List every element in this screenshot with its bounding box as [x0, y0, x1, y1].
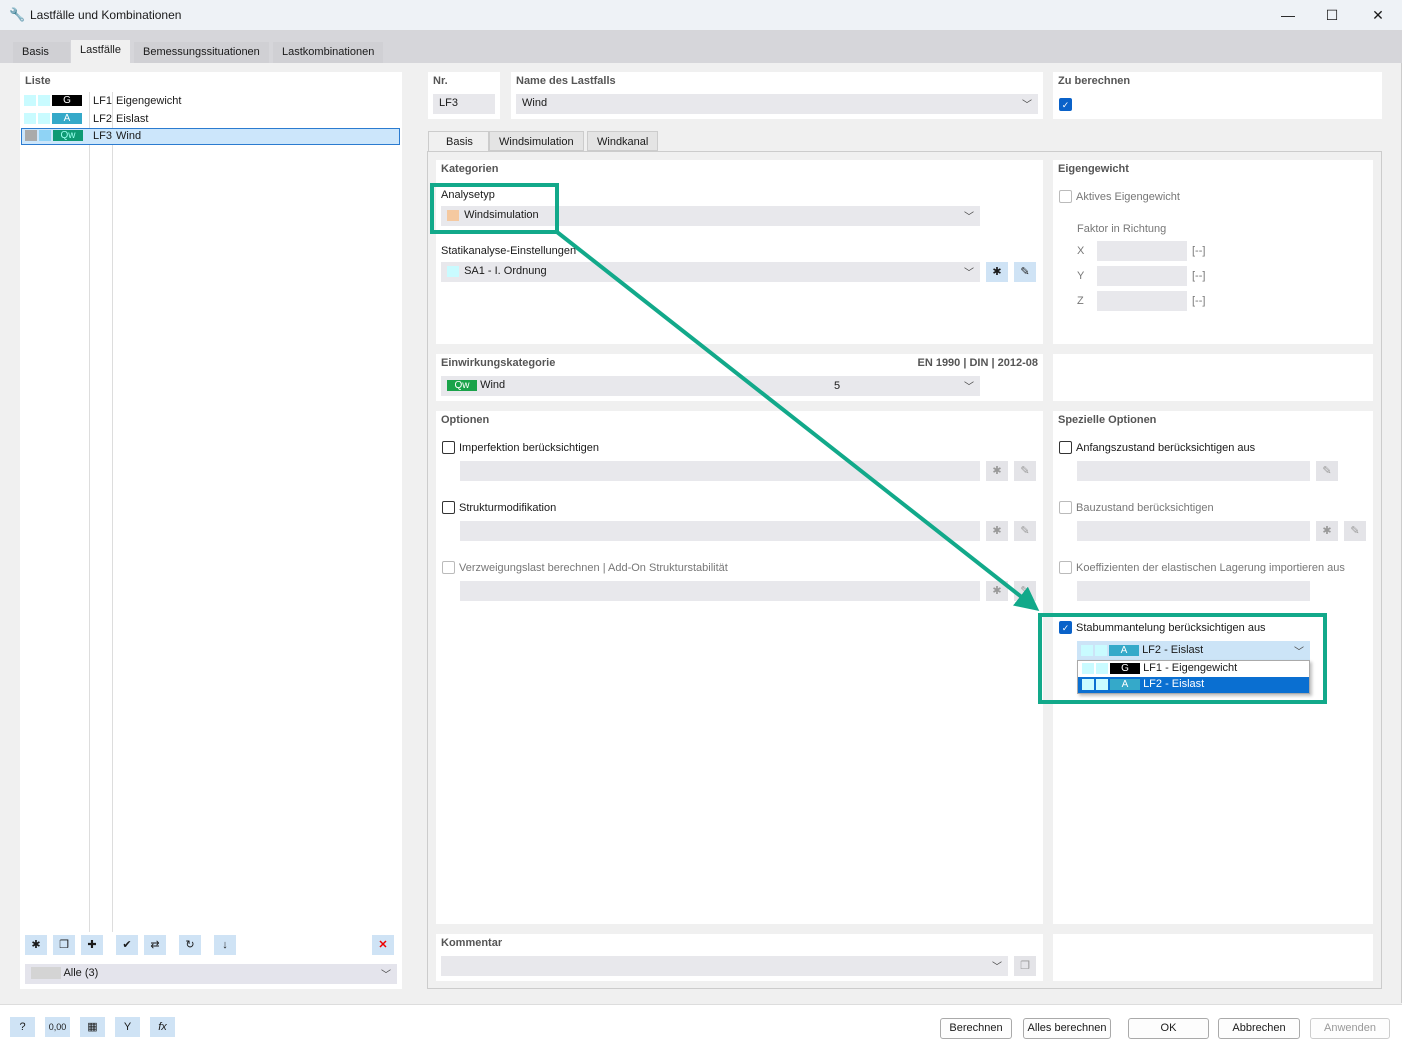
- anwenden-button[interactable]: Anwenden: [1310, 1018, 1390, 1039]
- annotation-arrow: [555, 230, 1040, 611]
- berechnen-button[interactable]: Berechnen: [940, 1018, 1012, 1039]
- highlight-box-stabummantelung: [1038, 613, 1327, 704]
- formula-icon[interactable]: fx: [150, 1017, 175, 1037]
- display-icon[interactable]: ▦: [80, 1017, 105, 1037]
- help-icon[interactable]: ?: [10, 1017, 35, 1037]
- annotation-overlay: [430, 183, 1327, 704]
- units-icon[interactable]: 0,00: [45, 1017, 70, 1037]
- ok-button[interactable]: OK: [1128, 1018, 1209, 1039]
- alles-berechnen-button[interactable]: Alles berechnen: [1023, 1018, 1111, 1039]
- highlight-box-analysetyp: [430, 183, 559, 234]
- filter-icon[interactable]: Y: [115, 1017, 140, 1037]
- abbrechen-button[interactable]: Abbrechen: [1218, 1018, 1300, 1039]
